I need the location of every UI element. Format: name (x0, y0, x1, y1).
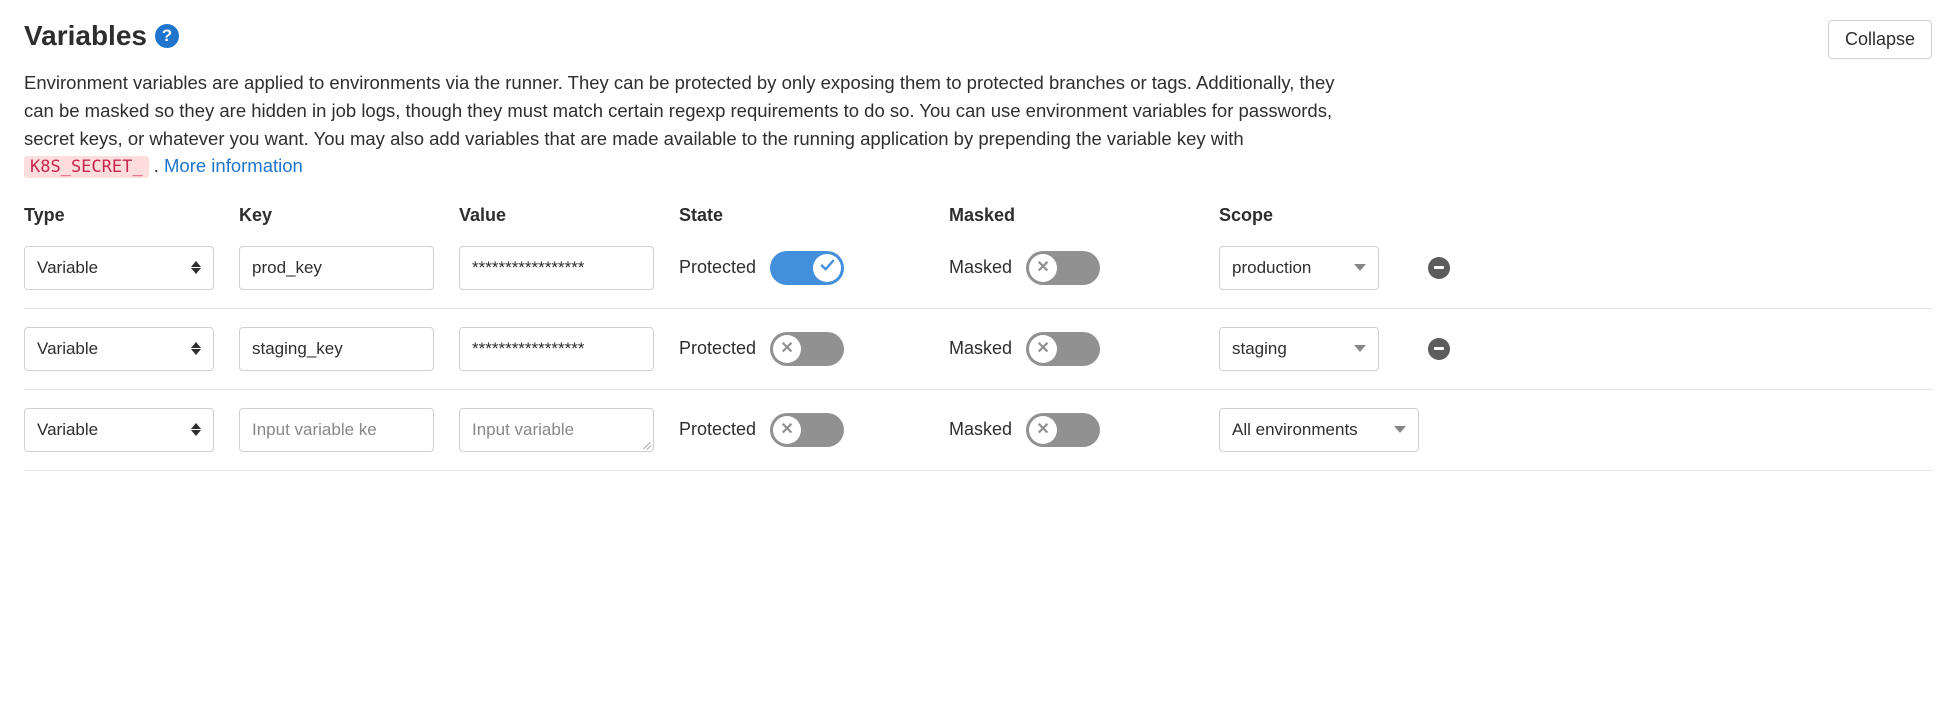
variable-row: Variable prod_key ***************** Protect… (24, 238, 1932, 309)
type-select[interactable]: Variable (24, 327, 214, 371)
x-icon: ✕ (1036, 260, 1049, 276)
title-wrap: Variables ? (24, 20, 179, 52)
toggle-knob: ✕ (1029, 416, 1057, 444)
select-arrows-icon (191, 261, 201, 274)
value-input[interactable]: ***************** (459, 246, 654, 290)
scope-select[interactable]: staging (1219, 327, 1379, 371)
col-header-key: Key (239, 205, 459, 226)
protected-toggle[interactable]: ✕ (770, 332, 844, 366)
value-input[interactable]: Input variable (459, 408, 654, 452)
col-header-state: State (679, 205, 949, 226)
masked-label: Masked (949, 257, 1012, 278)
masked-toggle[interactable]: ✕ (1026, 251, 1100, 285)
x-icon: ✕ (780, 422, 793, 438)
table-header: Type Key Value State Masked Scope (24, 199, 1932, 238)
toggle-knob: ✕ (1029, 254, 1057, 282)
value-input[interactable]: ***************** (459, 327, 654, 371)
check-icon (820, 258, 835, 278)
toggle-knob: ✕ (773, 335, 801, 363)
x-icon: ✕ (1036, 341, 1049, 357)
type-select-label: Variable (37, 258, 98, 278)
select-arrows-icon (191, 423, 201, 436)
protected-toggle[interactable] (770, 251, 844, 285)
variable-row: Variable staging_key ***************** Prot… (24, 309, 1932, 390)
section-header: Variables ? Collapse (24, 20, 1932, 59)
col-header-scope: Scope (1219, 205, 1419, 226)
col-header-type: Type (24, 205, 239, 226)
protected-label: Protected (679, 257, 756, 278)
toggle-knob: ✕ (1029, 335, 1057, 363)
collapse-button[interactable]: Collapse (1828, 20, 1932, 59)
type-select-label: Variable (37, 339, 98, 359)
scope-label: production (1232, 258, 1311, 278)
scope-select[interactable]: All environments (1219, 408, 1419, 452)
select-arrows-icon (191, 342, 201, 355)
masked-label: Masked (949, 419, 1012, 440)
type-select[interactable]: Variable (24, 246, 214, 290)
masked-toggle[interactable]: ✕ (1026, 332, 1100, 366)
help-icon[interactable]: ? (155, 24, 179, 48)
chevron-down-icon (1354, 264, 1366, 271)
variable-row: Variable Input variable ke Input variable P… (24, 390, 1932, 471)
col-header-value: Value (459, 205, 679, 226)
x-icon: ✕ (1036, 422, 1049, 438)
minus-icon (1434, 266, 1444, 269)
x-icon: ✕ (780, 341, 793, 357)
section-title: Variables (24, 20, 147, 52)
section-description: Environment variables are applied to env… (24, 69, 1364, 181)
toggle-knob (813, 254, 841, 282)
scope-select[interactable]: production (1219, 246, 1379, 290)
scope-label: staging (1232, 339, 1287, 359)
key-input[interactable]: prod_key (239, 246, 434, 290)
more-info-link[interactable]: More information (164, 155, 303, 176)
description-text: Environment variables are applied to env… (24, 72, 1335, 149)
masked-label: Masked (949, 338, 1012, 359)
protected-label: Protected (679, 419, 756, 440)
chevron-down-icon (1394, 426, 1406, 433)
remove-button[interactable] (1428, 257, 1450, 279)
toggle-knob: ✕ (773, 416, 801, 444)
code-badge: K8S_SECRET_ (24, 156, 149, 178)
scope-label: All environments (1232, 420, 1358, 440)
masked-toggle[interactable]: ✕ (1026, 413, 1100, 447)
col-header-masked: Masked (949, 205, 1219, 226)
key-input[interactable]: Input variable ke (239, 408, 434, 452)
minus-icon (1434, 347, 1444, 350)
key-input[interactable]: staging_key (239, 327, 434, 371)
resize-handle-icon[interactable] (641, 439, 651, 449)
protected-label: Protected (679, 338, 756, 359)
description-text-after: . (154, 155, 164, 176)
protected-toggle[interactable]: ✕ (770, 413, 844, 447)
remove-button[interactable] (1428, 338, 1450, 360)
chevron-down-icon (1354, 345, 1366, 352)
type-select-label: Variable (37, 420, 98, 440)
type-select[interactable]: Variable (24, 408, 214, 452)
